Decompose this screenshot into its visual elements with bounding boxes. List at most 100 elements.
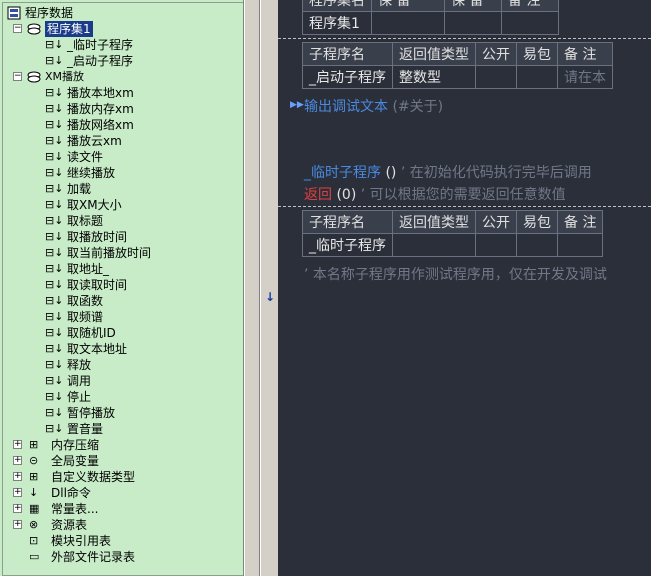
tree-frame: 程序数据 − 程序集1 ⊟↓ _临时子程序 ⊟↓ _启动子程序 − XM播放 ⊟…	[2, 2, 243, 576]
table-cell[interactable]	[501, 11, 559, 35]
expand-toggle[interactable]: +	[13, 504, 22, 513]
table-cell[interactable]: _临时子程序	[302, 233, 393, 257]
tree-node-label: 播放内存xm	[67, 102, 134, 116]
expand-toggle[interactable]: +	[13, 440, 22, 449]
tree-node-label: 取函数	[67, 294, 104, 308]
resource-table-icon: ⊗	[29, 518, 39, 531]
subroutine-icon: ⊟↓	[45, 342, 64, 355]
subroutine-icon: ⊟↓	[45, 422, 64, 435]
table-cell[interactable]	[516, 233, 558, 257]
subroutine-parens: ()	[385, 165, 397, 181]
return-keyword: 返回	[304, 187, 332, 203]
collapse-toggle[interactable]: −	[13, 72, 22, 81]
subroutine-icon: ⊟↓	[45, 118, 64, 131]
expand-toggle[interactable]: +	[13, 520, 22, 529]
col-header: 子程序名	[302, 42, 393, 66]
tree-node-label: _临时子程序	[67, 38, 134, 52]
subroutine-name: _临时子程序	[304, 165, 381, 181]
tree-node-label: 取读取时间	[67, 278, 128, 292]
code-editor[interactable]: 程序集名 保 留 保 留 备 注 程序集1 子程序名 返回值类型 公开 易包 备…	[278, 0, 651, 576]
code-line[interactable]: 输出调试文本 (#关于)	[304, 96, 443, 116]
splitter-highlight	[260, 0, 261, 576]
subroutine-icon: ⊟↓	[45, 278, 64, 291]
table-cell[interactable]	[475, 233, 517, 257]
assembly-icon	[27, 23, 41, 35]
subroutine-icon: ⊟↓	[45, 134, 64, 147]
tree-node-label: 程序集1	[45, 21, 93, 37]
section-divider	[278, 38, 651, 39]
tree-node-label: 取标题	[67, 214, 104, 228]
tree-node-label: 取XM大小	[67, 198, 122, 212]
table-cell[interactable]	[444, 11, 502, 35]
subroutine-icon: ⊟↓	[45, 294, 64, 307]
tree-node-label: 程序数据	[25, 6, 74, 20]
code-comment[interactable]: ’ 本名称子程序用作测试程序用，仅在开发及调试	[304, 264, 607, 284]
subroutine-icon: ⊟↓	[45, 326, 64, 339]
assembly-icon	[27, 71, 41, 83]
program-data-icon	[7, 6, 21, 20]
command-args: (#关于)	[392, 99, 444, 115]
dll-icon: ↓	[29, 486, 39, 499]
table-cell[interactable]	[475, 65, 517, 89]
tree-node-label: 资源表	[51, 518, 88, 532]
code-comment: ’ 在初始化代码执行完毕后调用	[400, 165, 592, 181]
table-cell[interactable]: 程序集1	[302, 11, 372, 35]
module-ref-icon: ⊡	[29, 534, 39, 547]
tree-node-label: 取地址_	[67, 262, 110, 276]
splitter[interactable]: ↓	[244, 0, 278, 576]
memory-icon: ⊞	[29, 438, 39, 451]
col-header: 备 注	[556, 210, 604, 234]
down-arrow-icon: ↓	[265, 290, 276, 304]
tree-node-label: 模块引用表	[51, 534, 112, 548]
subroutine-icon: ⊟↓	[45, 262, 64, 275]
expand-toggle[interactable]: +	[13, 472, 22, 481]
tree-node-label: _启动子程序	[67, 54, 134, 68]
table-cell[interactable]	[392, 233, 476, 257]
collapse-toggle[interactable]: −	[13, 24, 22, 33]
expand-toggle[interactable]: +	[13, 488, 22, 497]
subroutine-icon: ⊟↓	[45, 214, 64, 227]
expand-toggle[interactable]: +	[13, 456, 22, 465]
tree-node-label: 自定义数据类型	[51, 470, 136, 484]
subroutine-table: 子程序名 返回值类型 公开 易包 备 注 _启动子程序 整数型 请在本	[302, 42, 613, 89]
return-args: (0)	[336, 187, 357, 203]
subroutine-table: 子程序名 返回值类型 公开 易包 备 注 _临时子程序	[302, 210, 604, 257]
subroutine-icon: ⊟↓	[45, 246, 64, 259]
subroutine-icon: ⊟↓	[45, 358, 64, 371]
col-header: 易包	[516, 42, 558, 66]
code-line[interactable]: _临时子程序 () ’ 在初始化代码执行完毕后调用	[304, 162, 592, 182]
program-tree-panel: 程序数据 − 程序集1 ⊟↓ _临时子程序 ⊟↓ _启动子程序 − XM播放 ⊟…	[0, 0, 244, 576]
table-cell[interactable]: 整数型	[392, 65, 476, 89]
tree-node-label: 取当前播放时间	[67, 246, 152, 260]
col-header: 保 留	[444, 0, 502, 12]
subroutine-icon: ⊟↓	[45, 102, 64, 115]
col-header: 子程序名	[302, 210, 393, 234]
tree-node-label: 置音量	[67, 422, 104, 436]
col-header: 返回值类型	[392, 42, 476, 66]
table-cell[interactable]	[556, 233, 604, 257]
tree-node-label: 调用	[67, 374, 92, 388]
table-cell[interactable]	[371, 11, 445, 35]
tree-node-label: 播放云xm	[67, 134, 122, 148]
col-header: 备 注	[501, 0, 559, 12]
subroutine-icon: ⊟↓	[45, 310, 64, 323]
tree-node-label: 继续播放	[67, 166, 116, 180]
code-line[interactable]: 返回 (0) ’ 可以根据您的需要返回任意数值	[304, 184, 566, 204]
subroutine-icon: ⊟↓	[45, 150, 64, 163]
section-divider	[278, 206, 651, 207]
table-cell[interactable]: 请在本	[557, 65, 613, 89]
external-file-icon: ▭	[29, 550, 40, 563]
tree-node-label: 内存压缩	[51, 438, 100, 452]
constant-table-icon: ▦	[29, 502, 40, 515]
table-cell[interactable]: _启动子程序	[302, 65, 393, 89]
subroutine-icon: ⊟↓	[45, 54, 64, 67]
table-cell[interactable]	[516, 65, 558, 89]
subroutine-icon: ⊟↓	[45, 198, 64, 211]
col-header: 备 注	[557, 42, 613, 66]
tree-node-label: 取频谱	[67, 310, 104, 324]
subroutine-icon: ⊟↓	[45, 86, 64, 99]
col-header: 易包	[516, 210, 558, 234]
tree-node-label: Dll命令	[51, 486, 91, 500]
tree-node-label: XM播放	[45, 70, 85, 83]
assembly-table: 程序集名 保 留 保 留 备 注 程序集1	[302, 0, 559, 35]
